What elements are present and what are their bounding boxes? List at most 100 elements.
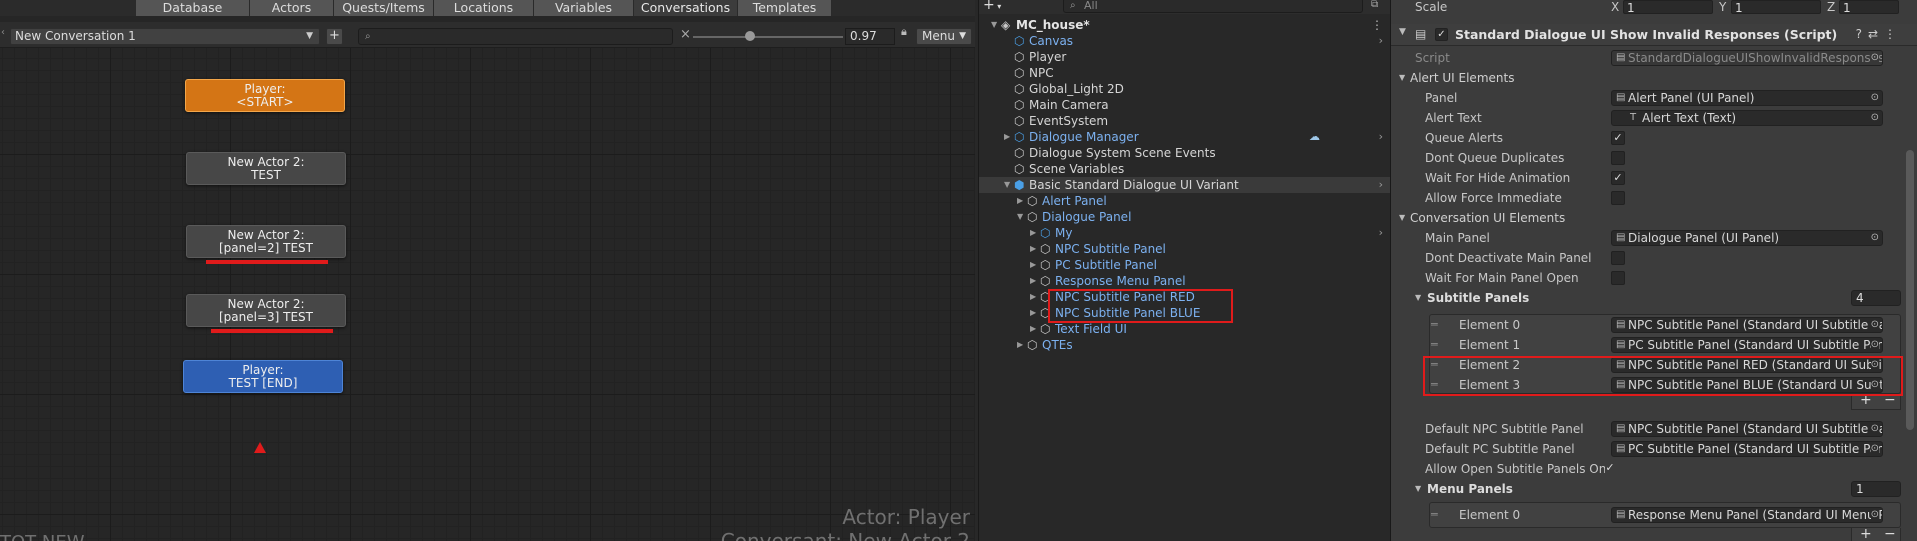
menu-panels-count[interactable]: 1 xyxy=(1851,481,1901,497)
collapse-triangle-icon[interactable]: ▶ xyxy=(1030,257,1036,273)
zoom-slider[interactable] xyxy=(693,31,843,41)
hierarchy-item[interactable]: ▶ ⬡ Alert Panel xyxy=(979,193,1390,209)
hierarchy-item[interactable]: ▶ ⬡ Dialogue Manager ☁ › xyxy=(979,129,1390,145)
expand-triangle-icon[interactable]: ▼ xyxy=(991,17,997,33)
zoom-slider-thumb[interactable] xyxy=(745,31,755,41)
hierarchy-item[interactable]: ▶ ⬡ QTEs xyxy=(979,337,1390,353)
dialogue-node[interactable]: New Actor 2: [panel=3] TEST xyxy=(186,294,346,327)
tab-conversations[interactable]: Conversations xyxy=(634,0,738,16)
chevron-right-icon[interactable]: › xyxy=(1379,33,1383,49)
hierarchy-item[interactable]: ▼ ⬢ Basic Standard Dialogue UI Variant › xyxy=(979,177,1390,193)
scale-x-field[interactable]: 1 xyxy=(1623,0,1713,15)
minus-icon[interactable]: − xyxy=(1884,527,1896,541)
hierarchy-item[interactable]: ▶ ⬡ Response Menu Panel xyxy=(979,273,1390,289)
alert-ui-elements-foldout[interactable]: ▼ Alert UI Elements xyxy=(1391,68,1901,88)
collapse-triangle-icon[interactable]: ▶ xyxy=(1030,321,1036,337)
panel-field[interactable]: ▤ Alert Panel (UI Panel) ⊙ xyxy=(1611,90,1883,106)
collapse-triangle-icon[interactable]: ▶ xyxy=(1004,129,1010,145)
object-picker-icon[interactable]: ⊙ xyxy=(1870,508,1879,522)
hierarchy-item[interactable]: ▼ ◈ MC_house* ⋮ xyxy=(979,17,1390,33)
object-picker-icon[interactable]: ⊙ xyxy=(1870,442,1879,456)
tab-database[interactable]: Database xyxy=(136,0,250,16)
allow-force-immediate-checkbox[interactable] xyxy=(1611,191,1625,205)
main-panel-field[interactable]: ▤ Dialogue Panel (UI Panel) ⊙ xyxy=(1611,230,1883,246)
hierarchy-item[interactable]: ⬡ Dialogue System Scene Events xyxy=(979,145,1390,161)
chevron-right-icon[interactable]: › xyxy=(1379,129,1383,145)
element-field[interactable]: ▤Response Menu Panel (Standard UI Menu P… xyxy=(1611,507,1883,523)
chevron-right-icon[interactable]: › xyxy=(1379,225,1383,241)
chevron-left-icon[interactable]: ‹ xyxy=(1,27,5,38)
lock-icon[interactable]: 🔒︎ xyxy=(901,25,907,39)
default-npc-subtitle-panel-field[interactable]: ▤ NPC Subtitle Panel (Standard UI Subtit… xyxy=(1611,421,1883,437)
object-picker-icon[interactable]: ⊙ xyxy=(1870,422,1879,436)
element-field[interactable]: ▤ NPC Subtitle Panel (Standard UI Subtitl… xyxy=(1611,317,1883,333)
queue-alerts-checkbox[interactable]: ✓ xyxy=(1611,131,1625,145)
dialogue-node[interactable]: New Actor 2: [panel=2] TEST xyxy=(186,225,346,258)
hierarchy-item[interactable]: ▶ ⬡ NPC Subtitle Panel xyxy=(979,241,1390,257)
collapse-triangle-icon[interactable]: ▶ xyxy=(1030,241,1036,257)
conversation-select[interactable]: New Conversation 1 ▼ xyxy=(10,28,320,45)
hierarchy-item[interactable]: ⬡ Global_Light 2D xyxy=(979,81,1390,97)
hierarchy-add-button[interactable]: + ▾ xyxy=(983,0,1001,13)
menu-panels-foldout[interactable]: ▼ Menu Panels 1 xyxy=(1391,479,1901,499)
hierarchy-item[interactable]: ▶ ⬡ PC Subtitle Panel xyxy=(979,257,1390,273)
add-conversation-button[interactable]: + xyxy=(326,28,343,45)
hierarchy-item[interactable]: ▶ ⬡ My › xyxy=(979,225,1390,241)
object-picker-icon[interactable]: ⊙ xyxy=(1870,231,1879,245)
drag-handle-icon[interactable]: ═ xyxy=(1431,505,1438,525)
kebab-menu-icon[interactable]: ⋮ xyxy=(1371,17,1383,33)
subtitle-panels-count[interactable]: 4 xyxy=(1851,290,1901,306)
dialogue-node[interactable]: New Actor 2: TEST xyxy=(186,152,346,185)
hierarchy-item[interactable]: ⬡ EventSystem xyxy=(979,113,1390,129)
clear-search-icon[interactable]: × xyxy=(680,27,691,42)
tab-quests-items[interactable]: Quests/Items xyxy=(334,0,434,16)
object-picker-icon[interactable]: ⊙ xyxy=(1870,111,1879,125)
chevron-down-icon[interactable]: ▼ xyxy=(1399,27,1406,37)
hierarchy-item[interactable]: ⬡ Canvas › xyxy=(979,33,1390,49)
collapse-triangle-icon[interactable]: ▶ xyxy=(1030,273,1036,289)
hierarchy-search-input[interactable]: ⌕ All xyxy=(1063,0,1363,13)
element-field[interactable]: ▤ PC Subtitle Panel (Standard UI Subtitle… xyxy=(1611,337,1883,353)
tab-locations[interactable]: Locations xyxy=(434,0,534,16)
conversation-ui-elements-foldout[interactable]: ▼ Conversation UI Elements xyxy=(1391,208,1901,228)
object-picker-icon[interactable]: ⊙ xyxy=(1870,91,1879,105)
hierarchy-item[interactable]: ⬡ Player xyxy=(979,49,1390,65)
chevron-right-icon[interactable]: › xyxy=(1379,177,1383,193)
allow-open-subtitle-panels-checkbox[interactable]: ✓ xyxy=(1603,462,1617,476)
hierarchy-item[interactable]: ⬡ NPC xyxy=(979,65,1390,81)
object-picker-icon[interactable]: ⊙ xyxy=(1870,338,1879,352)
subtitle-panels-foldout[interactable]: ▼ Subtitle Panels 4 xyxy=(1391,288,1901,308)
drag-handle-icon[interactable]: ═ xyxy=(1431,335,1438,355)
collapse-triangle-icon[interactable]: ▶ xyxy=(1030,305,1036,321)
collapse-triangle-icon[interactable]: ▶ xyxy=(1030,225,1036,241)
dialogue-node-end[interactable]: Player: TEST [END] xyxy=(183,360,343,393)
alert-text-field[interactable]: T Alert Text (Text) ⊙ xyxy=(1611,110,1883,126)
preset-icon[interactable]: ⇄ xyxy=(1868,27,1884,41)
hierarchy-item[interactable]: ⬡ Scene Variables xyxy=(979,161,1390,177)
drag-handle-icon[interactable]: ═ xyxy=(1431,315,1438,335)
tab-templates[interactable]: Templates xyxy=(738,0,832,16)
object-picker-icon[interactable]: ⊙ xyxy=(1870,318,1879,332)
dont-queue-duplicates-checkbox[interactable] xyxy=(1611,151,1625,165)
collapse-triangle-icon[interactable]: ▶ xyxy=(1017,337,1023,353)
plus-icon[interactable]: + xyxy=(1860,527,1872,541)
scale-y-field[interactable]: 1 xyxy=(1731,0,1821,15)
hierarchy-item[interactable]: ⬡ Main Camera xyxy=(979,97,1390,113)
component-tools[interactable]: ?⇄⋮ xyxy=(1856,27,1902,41)
conversation-search-input[interactable]: ⌕ xyxy=(358,28,673,45)
default-pc-subtitle-panel-field[interactable]: ▤ PC Subtitle Panel (Standard UI Subtitl… xyxy=(1611,441,1883,457)
dialogue-node-start[interactable]: Player: <START> xyxy=(185,79,345,112)
wait-for-main-panel-open-checkbox[interactable] xyxy=(1611,271,1625,285)
help-icon[interactable]: ? xyxy=(1856,27,1868,41)
lock-icon[interactable]: ⧉ xyxy=(1371,0,1378,10)
collapse-triangle-icon[interactable]: ▶ xyxy=(1030,289,1036,305)
dont-deactivate-main-panel-checkbox[interactable] xyxy=(1611,251,1625,265)
tab-variables[interactable]: Variables xyxy=(534,0,634,16)
collapse-triangle-icon[interactable]: ▶ xyxy=(1017,193,1023,209)
scale-z-field[interactable]: 1 xyxy=(1839,0,1899,15)
zoom-field[interactable]: 0.97 xyxy=(845,28,895,45)
hierarchy-item[interactable]: ▶ ⬡ Text Field UI xyxy=(979,321,1390,337)
node-canvas[interactable]: Player: <START> New Actor 2: TEST New Ac… xyxy=(0,48,975,541)
wait-for-hide-animation-checkbox[interactable]: ✓ xyxy=(1611,171,1625,185)
component-enabled-checkbox[interactable]: ✓ xyxy=(1435,28,1448,41)
